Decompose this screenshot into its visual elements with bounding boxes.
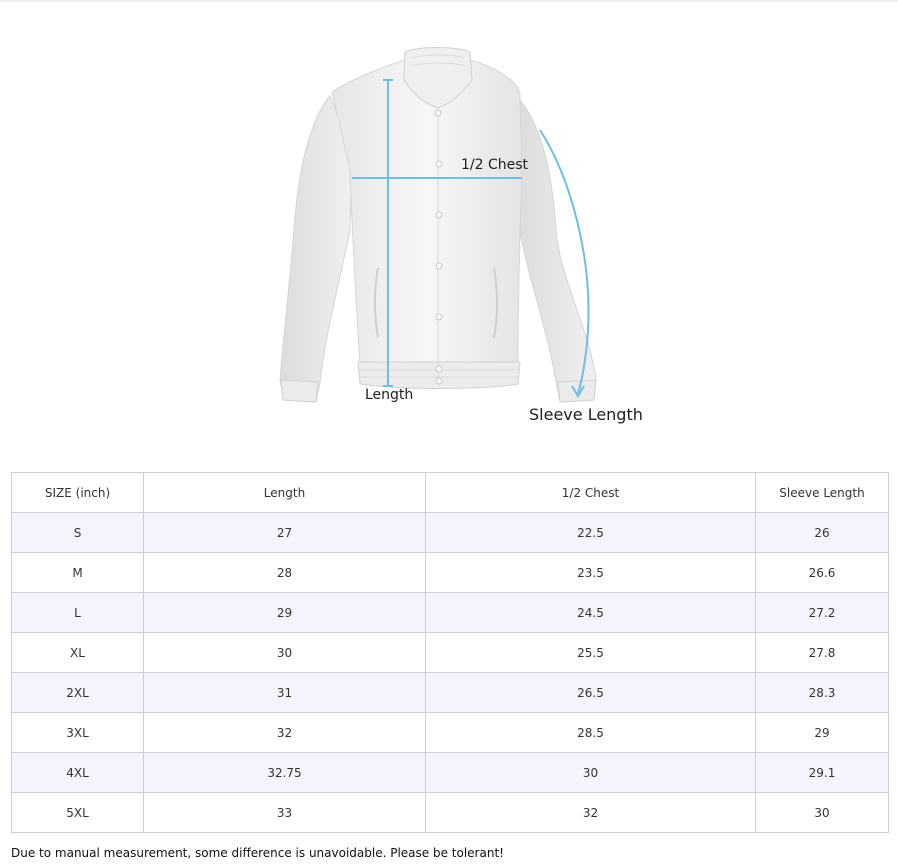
cell-size: S <box>11 512 144 553</box>
cell-length: 32 <box>143 712 426 753</box>
cell-size: 3XL <box>11 712 144 753</box>
table-row: 4XL 32.75 30 29.1 <box>11 752 889 793</box>
cell-length: 31 <box>143 672 426 713</box>
cell-size: L <box>11 592 144 633</box>
cell-chest: 26.5 <box>425 672 756 713</box>
cell-length: 32.75 <box>143 752 426 793</box>
table-row: L 29 24.5 27.2 <box>11 592 889 633</box>
length-label: Length <box>365 387 414 403</box>
cell-chest: 32 <box>425 792 756 833</box>
header-size: SIZE (inch) <box>11 472 144 513</box>
header-length: Length <box>143 472 426 513</box>
cell-length: 29 <box>143 592 426 633</box>
cell-length: 30 <box>143 632 426 673</box>
cell-size: 5XL <box>11 792 144 833</box>
cell-sleeve-length: 27.8 <box>755 632 889 673</box>
header-chest: 1/2 Chest <box>425 472 756 513</box>
cell-chest: 28.5 <box>425 712 756 753</box>
cell-sleeve-length: 30 <box>755 792 889 833</box>
jacket-illustration <box>279 47 597 403</box>
cell-sleeve-length: 29 <box>755 712 889 753</box>
table-row: 3XL 32 28.5 29 <box>11 712 889 753</box>
table-row: 5XL 33 32 30 <box>11 792 889 833</box>
size-chart-table: SIZE (inch) Length 1/2 Chest Sleeve Leng… <box>11 472 889 833</box>
table-row: S 27 22.5 26 <box>11 512 889 553</box>
left-cuff <box>280 379 319 403</box>
table-row: 2XL 31 26.5 28.3 <box>11 672 889 713</box>
cell-chest: 30 <box>425 752 756 793</box>
cell-chest: 24.5 <box>425 592 756 633</box>
left-sleeve <box>279 95 353 403</box>
right-cuff <box>557 379 597 403</box>
table-row: XL 30 25.5 27.8 <box>11 632 889 673</box>
cell-sleeve-length: 29.1 <box>755 752 889 793</box>
chest-label: 1/2 Chest <box>461 157 529 173</box>
jacket-body <box>331 59 523 367</box>
cell-chest: 25.5 <box>425 632 756 673</box>
cell-sleeve-length: 27.2 <box>755 592 889 633</box>
cell-chest: 22.5 <box>425 512 756 553</box>
header-sleeve-length: Sleeve Length <box>755 472 889 513</box>
cell-length: 33 <box>143 792 426 833</box>
cell-size: XL <box>11 632 144 673</box>
table-row: M 28 23.5 26.6 <box>11 552 889 593</box>
cell-chest: 23.5 <box>425 552 756 593</box>
cell-length: 28 <box>143 552 426 593</box>
cell-sleeve-length: 26.6 <box>755 552 889 593</box>
size-guide-figure: 1/2 Chest Length Sleeve Length <box>0 0 898 440</box>
sleeve-length-label: Sleeve Length <box>529 405 643 424</box>
cell-size: 2XL <box>11 672 144 713</box>
cell-size: M <box>11 552 144 593</box>
table-header-row: SIZE (inch) Length 1/2 Chest Sleeve Leng… <box>11 472 889 513</box>
cell-sleeve-length: 28.3 <box>755 672 889 713</box>
measurement-disclaimer: Due to manual measurement, some differen… <box>11 846 504 860</box>
cell-length: 27 <box>143 512 426 553</box>
cell-sleeve-length: 26 <box>755 512 889 553</box>
cell-size: 4XL <box>11 752 144 793</box>
